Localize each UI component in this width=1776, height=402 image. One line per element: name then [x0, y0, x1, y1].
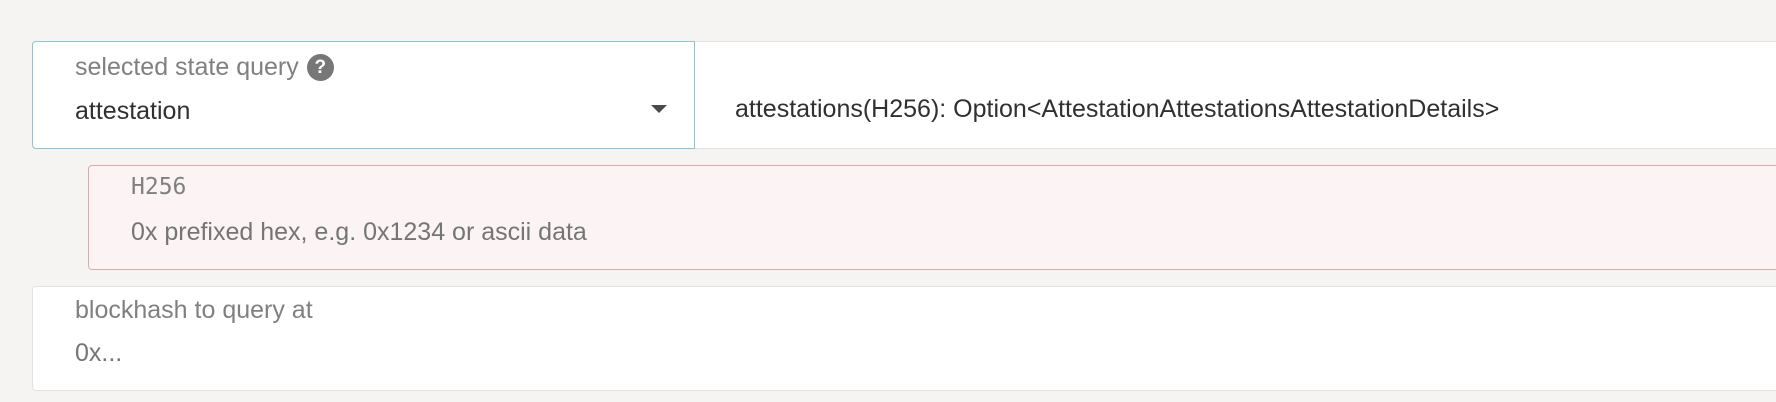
query-signature-box: attestations(H256): Option<AttestationAt…	[695, 41, 1776, 149]
blockhash-label: blockhash to query at	[75, 296, 313, 324]
h256-param-input[interactable]	[131, 218, 1631, 247]
h256-param-field: H256	[88, 165, 1776, 270]
chevron-down-icon[interactable]	[651, 105, 667, 113]
chain-state-query-panel: selected state query ? attestation attes…	[0, 0, 1776, 402]
h256-param-label: H256	[131, 174, 187, 200]
help-icon[interactable]: ?	[306, 54, 334, 81]
state-query-label-text: selected state query	[75, 53, 299, 81]
blockhash-input[interactable]	[75, 339, 1575, 368]
state-query-dropdown[interactable]: selected state query ? attestation	[32, 41, 695, 149]
blockhash-field: blockhash to query at	[32, 286, 1776, 391]
query-row: selected state query ? attestation attes…	[32, 41, 1776, 149]
state-query-label: selected state query ?	[75, 53, 334, 82]
state-query-selected-value: attestation	[75, 97, 191, 125]
query-signature-text: attestations(H256): Option<AttestationAt…	[735, 95, 1500, 123]
